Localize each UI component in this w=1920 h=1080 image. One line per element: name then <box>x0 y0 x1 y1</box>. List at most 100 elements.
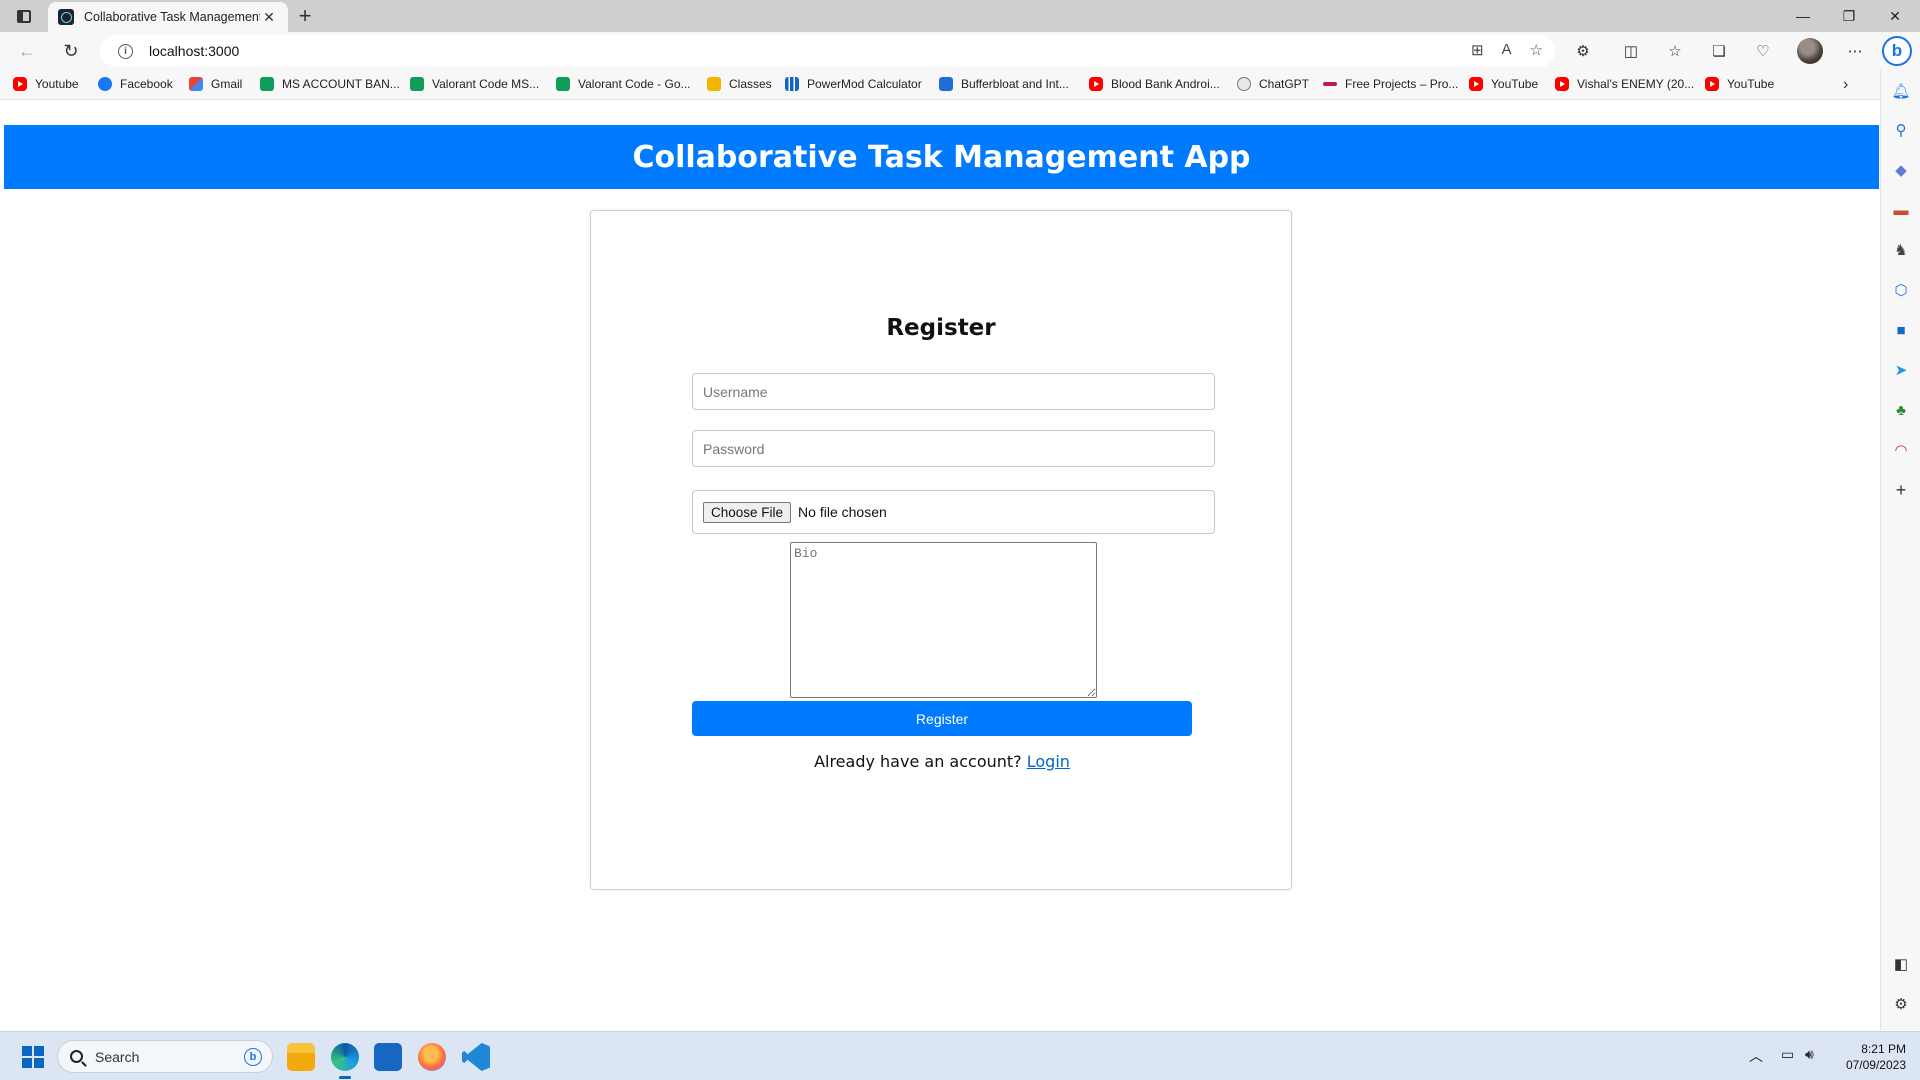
sheets-icon <box>410 77 424 91</box>
favorite-star-icon[interactable]: ☆ <box>1530 41 1543 59</box>
shopping-tag-icon[interactable]: ◆ <box>1891 160 1911 180</box>
bookmark-item[interactable]: Vishal's ENEMY (20... <box>1555 77 1694 91</box>
bookmark-item[interactable]: MS ACCOUNT BAN... <box>260 77 400 91</box>
microsoft-store-icon[interactable] <box>374 1043 402 1071</box>
favorites-icon[interactable]: ☆ <box>1662 38 1688 64</box>
clock-date: 07/09/2023 <box>1845 1058 1906 1072</box>
bing-copilot-icon[interactable]: b <box>1882 36 1912 66</box>
youtube-icon <box>1555 77 1569 91</box>
bookmarks-bar: Youtube Facebook Gmail MS ACCOUNT BAN...… <box>0 70 1880 100</box>
projects-icon <box>1323 82 1337 86</box>
search-icon[interactable]: ⚲ <box>1891 120 1911 140</box>
chevron-up-icon[interactable]: ︿ <box>1749 1046 1763 1066</box>
volume-icon[interactable]: 🔊︎ <box>1805 1046 1814 1063</box>
new-tab-button[interactable]: + <box>292 3 318 28</box>
bookmark-item[interactable]: Blood Bank Androi... <box>1089 77 1220 91</box>
taskbar-search[interactable]: Search b <box>57 1040 273 1073</box>
split-screen-icon[interactable]: ◫ <box>1618 38 1644 64</box>
vscode-icon[interactable] <box>462 1043 490 1071</box>
bio-textarea[interactable] <box>790 542 1097 698</box>
sheets-icon <box>556 77 570 91</box>
edge-browser-icon[interactable] <box>331 1043 359 1071</box>
reload-icon[interactable]: ↻ <box>56 36 86 66</box>
bookmark-item[interactable]: YouTube <box>1705 77 1774 91</box>
login-prompt: Already have an account? Login <box>591 752 1293 771</box>
send-icon[interactable]: ➤ <box>1891 360 1911 380</box>
bookmark-item[interactable]: Valorant Code MS... <box>410 77 539 91</box>
microsoft-365-icon[interactable]: ⬡ <box>1891 280 1911 300</box>
youtube-icon <box>1089 77 1103 91</box>
chatgpt-icon <box>1237 77 1251 91</box>
firefox-icon[interactable] <box>418 1043 446 1071</box>
avatar-file-field[interactable]: Choose File No file chosen <box>692 490 1215 534</box>
app-title: Collaborative Task Management App <box>632 139 1251 175</box>
login-link[interactable]: Login <box>1027 752 1070 771</box>
more-options-icon[interactable]: ⋯ <box>1842 38 1868 64</box>
minimize-button[interactable]: — <box>1780 0 1826 32</box>
chevron-right-icon[interactable]: › <box>1843 76 1848 94</box>
app-available-icon[interactable]: ⊞ <box>1471 41 1484 59</box>
restore-button[interactable]: ❐ <box>1826 0 1872 32</box>
bookmark-item[interactable]: Gmail <box>189 77 242 91</box>
react-favicon-icon <box>58 9 74 25</box>
games-icon[interactable]: ♞ <box>1891 240 1911 260</box>
active-app-indicator <box>339 1076 351 1079</box>
youtube-icon <box>1469 77 1483 91</box>
no-file-text: No file chosen <box>798 504 887 520</box>
tree-icon[interactable]: ♣ <box>1891 400 1911 420</box>
login-prompt-text: Already have an account? <box>814 752 1022 771</box>
address-text[interactable]: localhost:3000 <box>149 43 239 59</box>
powermod-icon <box>785 77 799 91</box>
search-icon <box>70 1050 83 1063</box>
bookmark-item[interactable]: Valorant Code - Go... <box>556 77 691 91</box>
waveform-icon <box>939 77 953 91</box>
bookmark-item[interactable]: ChatGPT <box>1237 77 1309 91</box>
tab-close-icon[interactable]: ✕ <box>260 8 278 26</box>
tab-title: Collaborative Task Management <box>84 10 260 24</box>
outlook-icon[interactable]: ■ <box>1891 320 1911 340</box>
youtube-icon <box>1705 77 1719 91</box>
bookmark-item[interactable]: PowerMod Calculator <box>785 77 922 91</box>
address-bar[interactable]: i localhost:3000 ⊞ A ☆ <box>100 35 1555 67</box>
tab-actions-icon[interactable] <box>10 5 38 27</box>
notification-bell-icon[interactable]: 🔔︎ <box>1891 81 1911 101</box>
browser-tab[interactable]: Collaborative Task Management ✕ <box>48 2 288 32</box>
add-icon[interactable]: + <box>1891 480 1911 500</box>
sidebar-toggle-icon[interactable]: ◧ <box>1891 954 1911 974</box>
bookmark-item[interactable]: Free Projects – Pro... <box>1323 77 1458 91</box>
password-input[interactable] <box>692 430 1215 467</box>
settings-gear-icon[interactable]: ⚙ <box>1891 994 1911 1014</box>
app-header: Collaborative Task Management App <box>4 125 1879 189</box>
collections-icon[interactable]: ❏ <box>1706 38 1732 64</box>
tools-briefcase-icon[interactable]: ▬ <box>1891 200 1911 220</box>
bing-icon: b <box>244 1048 262 1066</box>
taskbar-search-label: Search <box>95 1048 140 1065</box>
close-window-button[interactable]: ✕ <box>1872 0 1918 32</box>
youtube-icon <box>13 77 27 91</box>
clock-time: 8:21 PM <box>1861 1042 1906 1056</box>
windows-taskbar: Search b ︿ ▭ 🔊︎ 8:21 PM 07/09/2023 <box>0 1031 1920 1080</box>
back-icon[interactable]: ← <box>12 36 42 66</box>
register-button[interactable]: Register <box>692 701 1192 736</box>
form-title: Register <box>886 315 996 341</box>
bookmark-item[interactable]: Classes <box>707 77 772 91</box>
browser-toolbar: ← ↻ i localhost:3000 ⊞ A ☆ ⚙ ◫ ☆ ❏ ♡ ⋯ <box>0 32 1920 70</box>
site-info-icon[interactable]: i <box>118 43 133 59</box>
edge-sidebar: 🔔︎ ⚲ ◆ ▬ ♞ ⬡ ■ ➤ ♣ ◠ + ◧ ⚙ <box>1880 70 1920 1030</box>
choose-file-button[interactable]: Choose File <box>703 501 792 523</box>
performance-icon[interactable]: ♡ <box>1750 38 1776 64</box>
extensions-icon[interactable]: ⚙ <box>1570 38 1596 64</box>
speedometer-icon[interactable]: ◠ <box>1891 440 1911 460</box>
bookmark-item[interactable]: Facebook <box>98 77 173 91</box>
network-icon[interactable]: ▭ <box>1781 1046 1794 1063</box>
read-aloud-icon[interactable]: A <box>1502 41 1512 59</box>
file-explorer-icon[interactable] <box>287 1043 315 1071</box>
system-clock[interactable]: 8:21 PM 07/09/2023 <box>1836 1041 1906 1073</box>
sheets-icon <box>260 77 274 91</box>
bookmark-item[interactable]: Bufferbloat and Int... <box>939 77 1069 91</box>
windows-start-icon[interactable] <box>22 1046 44 1068</box>
bookmark-item[interactable]: Youtube <box>13 77 79 91</box>
bookmark-item[interactable]: YouTube <box>1469 77 1538 91</box>
profile-avatar[interactable] <box>1797 38 1823 64</box>
username-input[interactable] <box>692 373 1215 410</box>
